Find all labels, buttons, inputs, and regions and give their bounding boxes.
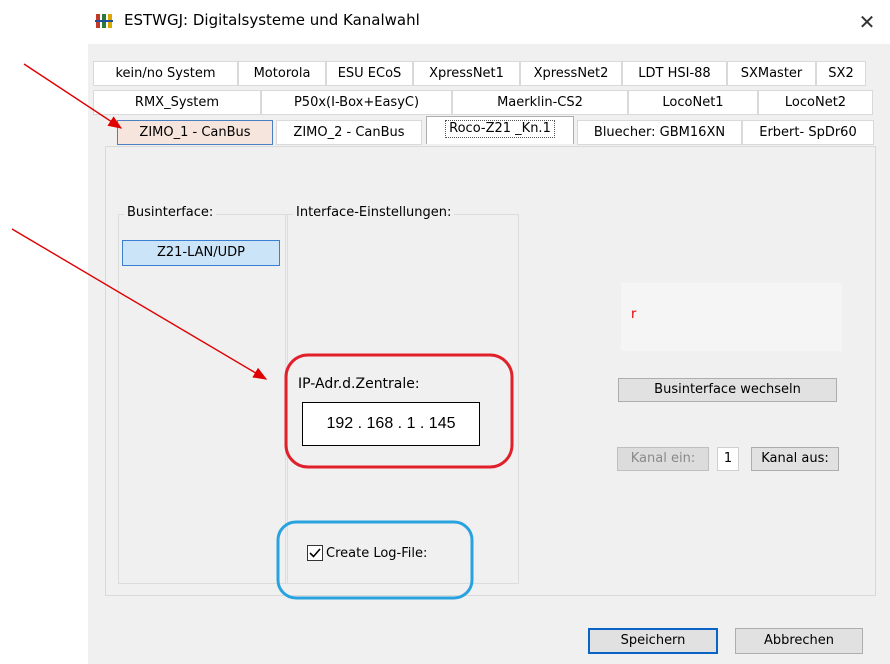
log-file-highlight-outline — [276, 520, 474, 600]
arrow-to-zimo-tab — [23, 63, 123, 129]
arrow-to-ip-field — [11, 228, 268, 380]
annotation-overlay — [11, 63, 514, 600]
ip-highlight-outline — [284, 353, 514, 469]
